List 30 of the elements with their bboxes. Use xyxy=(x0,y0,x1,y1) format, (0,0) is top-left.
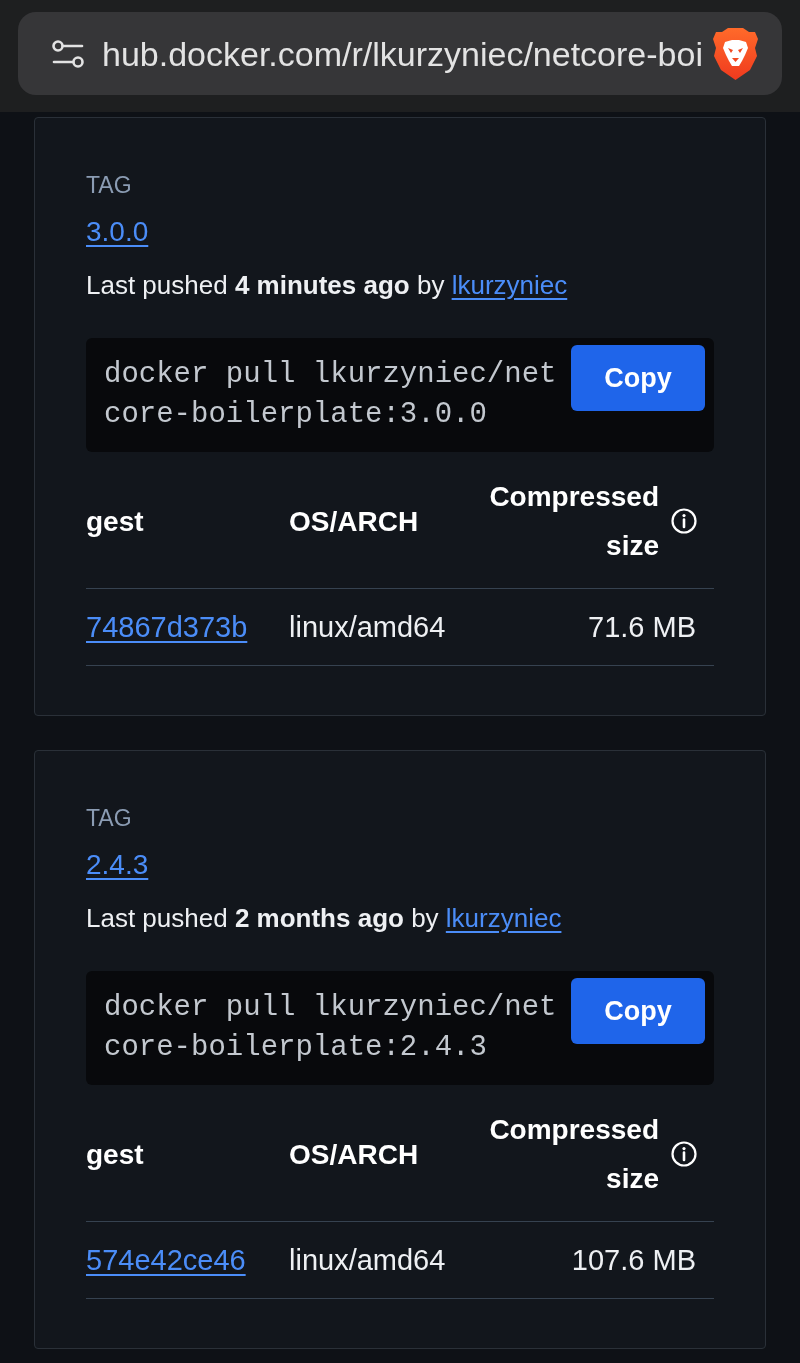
table-cell-text: linux/amd64 xyxy=(289,1243,446,1278)
column-header: OS/ARCH xyxy=(289,1137,419,1172)
tag-version-link[interactable]: 2.4.3 xyxy=(86,848,149,882)
pull-command-text: docker pull lkurzyniec/netcore-boilerplate:2.4.3 xyxy=(104,990,558,1066)
column-header: gest xyxy=(86,504,144,539)
copy-button[interactable]: Copy xyxy=(571,978,705,1044)
column-header: OS/ARCH xyxy=(289,504,419,539)
address-bar[interactable]: hub.docker.com/r/lkurzyniec/netcore-boi xyxy=(18,12,782,95)
table-cell-text: 71.6 MB xyxy=(588,610,696,645)
copy-button[interactable]: Copy xyxy=(571,345,705,411)
lion-logo-icon[interactable] xyxy=(713,27,758,80)
user-link[interactable]: lkurzyniec xyxy=(445,903,562,933)
url-text: hub.docker.com/r/lkurzyniec/netcore-boi xyxy=(102,33,704,74)
pull-command-text: docker pull lkurzyniec/netcore-boilerplate:3.0.0 xyxy=(104,357,558,433)
push-info: Last pushed 2 months ago by lkurzyniec xyxy=(86,902,562,934)
info-icon[interactable] xyxy=(671,1141,697,1167)
table-cell-text: 107.6 MB xyxy=(571,1243,696,1278)
digest-link[interactable]: 74867d373b xyxy=(86,609,248,645)
user-link[interactable]: lkurzyniec xyxy=(451,270,568,300)
table-cell-text: linux/amd64 xyxy=(289,610,446,645)
column-header: gest xyxy=(86,1137,144,1172)
push-info: Last pushed 4 minutes ago by lkurzyniec xyxy=(86,269,568,301)
tag-label: TAG xyxy=(86,804,132,832)
tag-label: TAG xyxy=(86,171,132,199)
sliders-icon[interactable] xyxy=(52,39,84,68)
info-icon[interactable] xyxy=(671,508,697,534)
column-header: Compressed size xyxy=(488,480,659,563)
digest-link[interactable]: 574e42ce46 xyxy=(86,1242,246,1278)
tag-version-link[interactable]: 3.0.0 xyxy=(86,215,149,249)
column-header: Compressed size xyxy=(488,1113,659,1196)
